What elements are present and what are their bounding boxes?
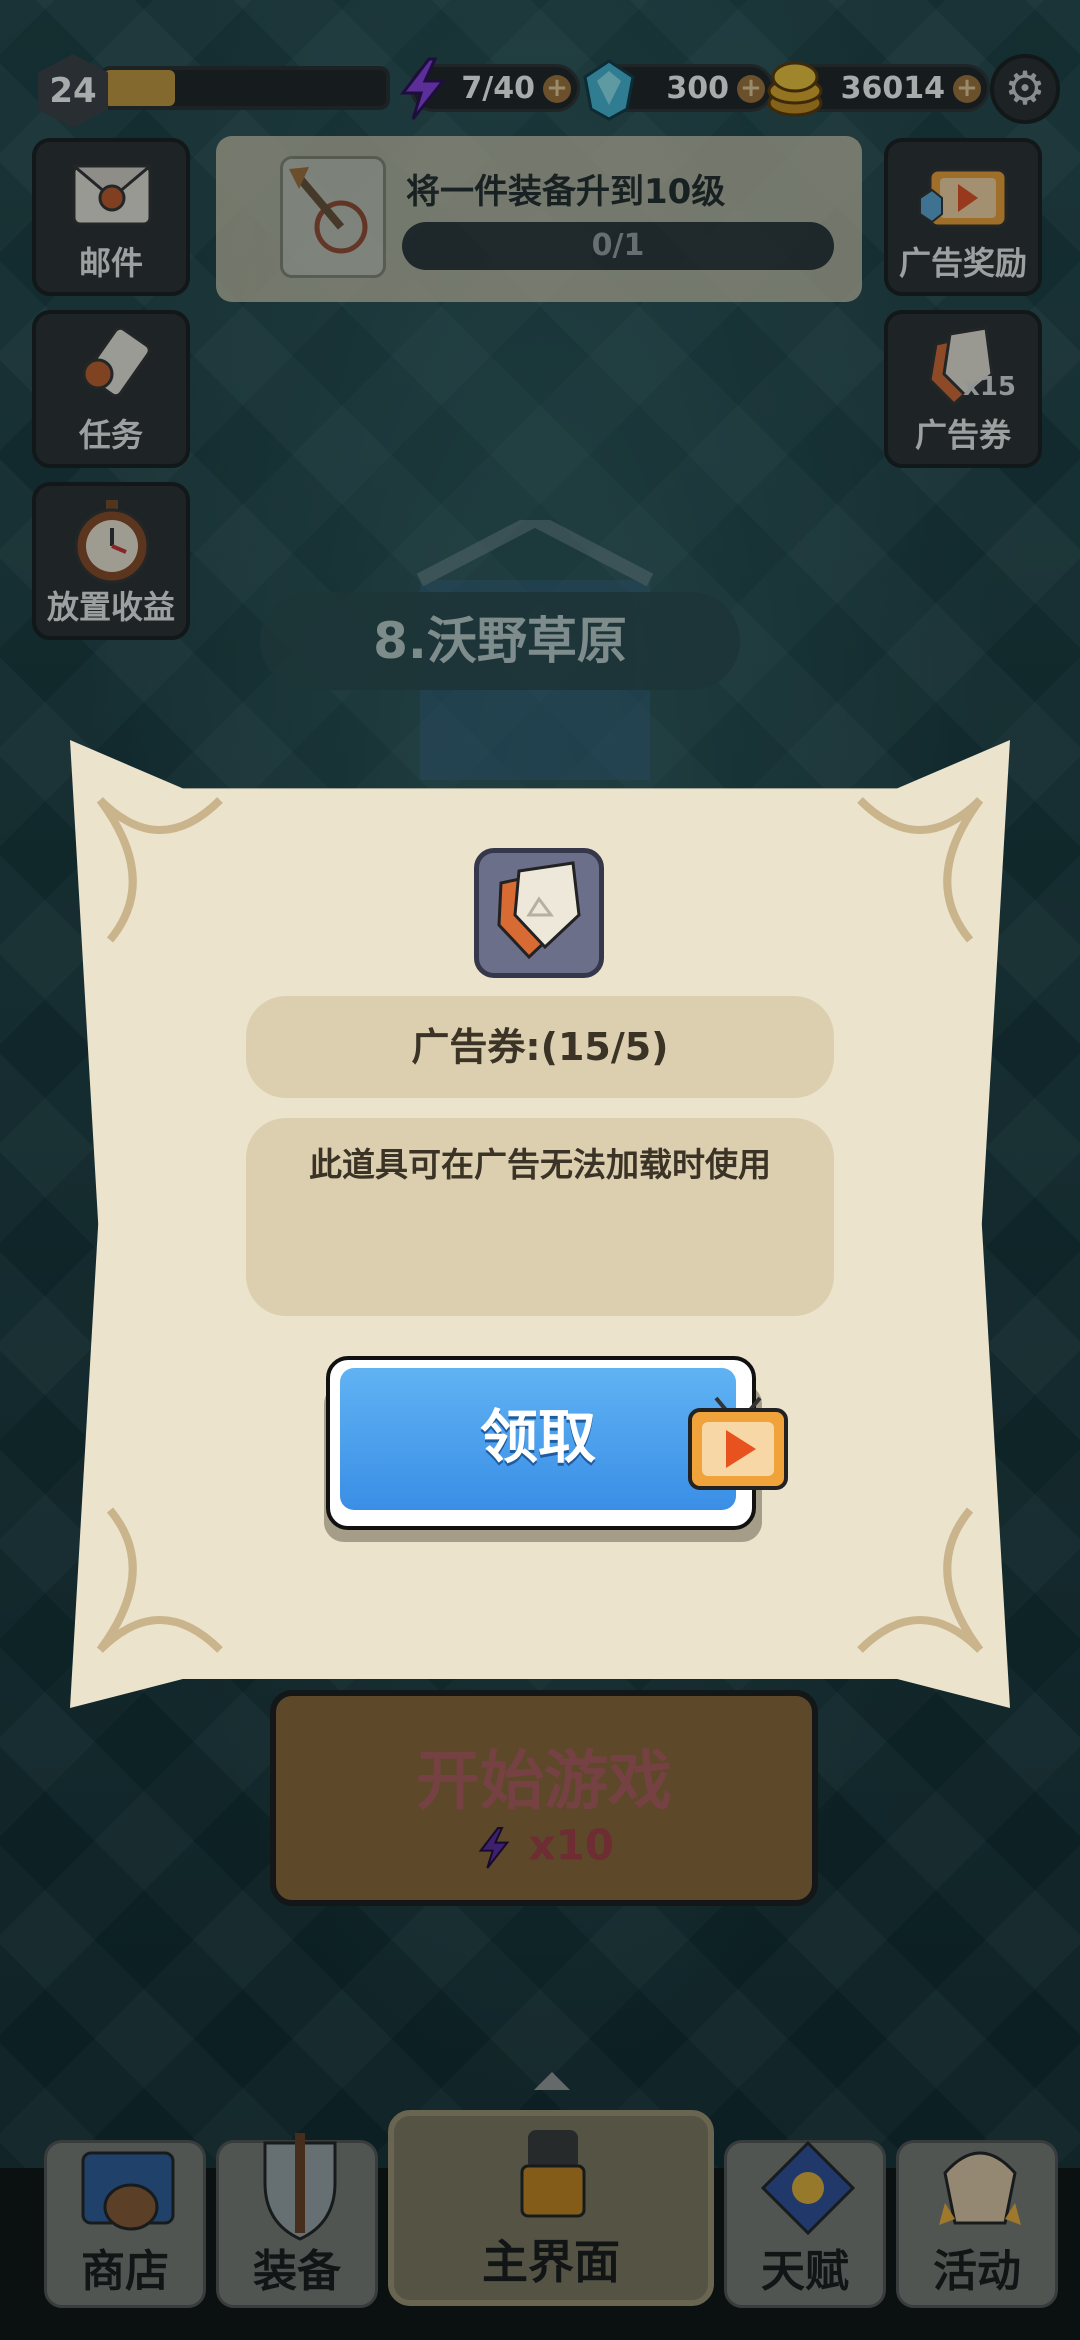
tv-ad-icon bbox=[688, 1396, 788, 1490]
claim-label: 领取 bbox=[340, 1368, 736, 1510]
ad-ticket-dialog: 广告券:(15/5) 此道具可在广告无法加载时使用 领取 bbox=[70, 740, 1010, 1708]
ad-ticket-item-icon bbox=[474, 848, 604, 978]
claim-button[interactable]: 领取 bbox=[324, 1356, 788, 1542]
ticket-description: 此道具可在广告无法加载时使用 bbox=[246, 1118, 834, 1316]
ticket-count: 广告券:(15/5) bbox=[246, 996, 834, 1098]
